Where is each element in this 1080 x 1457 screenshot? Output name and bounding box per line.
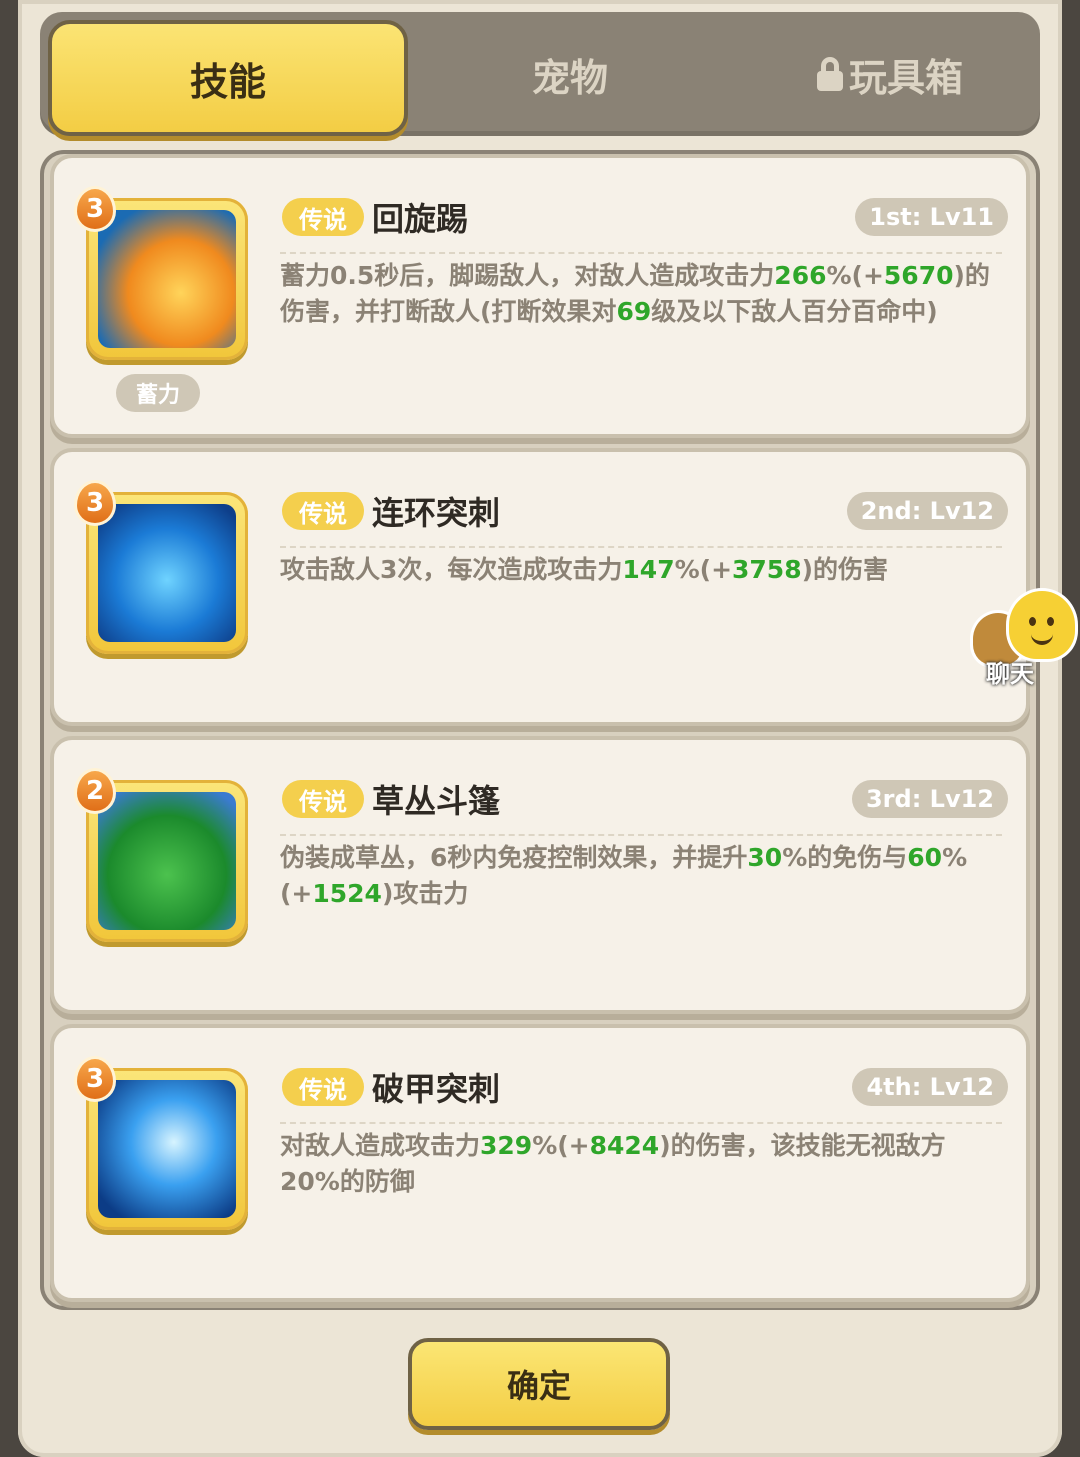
chat-button[interactable]: 聊天	[970, 588, 1078, 688]
desc-value: 3758	[732, 555, 802, 584]
skill-name: 回旋踢	[372, 200, 469, 238]
skill-description: 蓄力0.5秒后，脚踢敌人，对敌人造成攻击力266%(+5670)的伤害，并打断敌…	[280, 258, 996, 330]
tab-bar: 技能 宠物 玩具箱	[40, 12, 1040, 136]
desc-value: 5670	[883, 261, 954, 290]
tab-skills[interactable]: 技能	[48, 20, 408, 136]
mascot-eye	[1029, 617, 1036, 626]
skill-level: 3rd: Lv12	[851, 780, 1008, 818]
skill-description: 伪装成草丛，6秒内免疫控制效果，并提升30%的免伤与60%(+1524)攻击力	[280, 840, 996, 912]
tab-toybox[interactable]: 玩具箱	[740, 12, 1040, 136]
skill-description: 攻击敌人3次，每次造成攻击力147%(+3758)的伤害	[280, 552, 996, 588]
tab-pets[interactable]: 宠物	[420, 12, 720, 136]
confirm-button[interactable]: 确定	[408, 1338, 670, 1430]
skill-level: 1st: Lv11	[855, 198, 1008, 236]
desc-text: 攻击敌人3次，每次造成攻击力	[280, 555, 623, 584]
bush-skill-icon	[98, 792, 236, 930]
desc-text: %(+	[532, 1131, 590, 1160]
rarity-badge: 传说	[282, 1068, 364, 1106]
skill-rank-badge: 3	[74, 1056, 116, 1102]
skill-level: 4th: Lv12	[852, 1068, 1008, 1106]
skill-level: 2nd: Lv12	[846, 492, 1008, 530]
skill-list: 3 蓄力 传说 回旋踢 1st: Lv11 蓄力0.5秒后，脚踢敌人，对敌人造成…	[40, 150, 1040, 1310]
skill-icon-frame[interactable]: 3	[74, 480, 248, 654]
skill-rank-badge: 2	[74, 768, 116, 814]
skill-description: 对敌人造成攻击力329%(+8424)的伤害，该技能无视敌方20%的防御	[280, 1128, 996, 1200]
desc-text: 级及以下敌人百分百命中)	[651, 297, 938, 326]
rarity-badge: 传说	[282, 492, 364, 530]
chat-label: 聊天	[986, 660, 1034, 688]
desc-text: 蓄力0.5秒后，脚踢敌人，对敌人造成攻击力	[280, 261, 775, 290]
skill-rank-badge: 3	[74, 186, 116, 232]
desc-text: )的伤害	[801, 555, 889, 584]
desc-text: 对敌人造成攻击力	[280, 1131, 481, 1160]
skill-card[interactable]: 3 传说 连环突刺 2nd: Lv12 攻击敌人3次，每次造成攻击力147%(+…	[50, 448, 1030, 726]
kick-skill-icon	[98, 210, 236, 348]
skill-icon-frame[interactable]: 3	[74, 186, 248, 360]
desc-value: 8424	[589, 1131, 660, 1160]
rarity-badge: 传说	[282, 780, 364, 818]
tab-toybox-label: 玩具箱	[848, 55, 963, 100]
desc-value: 266	[774, 261, 827, 290]
skill-icon-frame[interactable]: 3	[74, 1056, 248, 1230]
desc-text: %(+	[826, 261, 884, 290]
desc-value: 69	[616, 297, 652, 326]
skill-name: 草丛斗篷	[372, 782, 501, 820]
skill-name: 连环突刺	[372, 494, 501, 532]
desc-value: 30	[747, 843, 783, 872]
mascot-smile	[1031, 631, 1053, 645]
skill-card[interactable]: 2 传说 草丛斗篷 3rd: Lv12 伪装成草丛，6秒内免疫控制效果，并提升3…	[50, 736, 1030, 1014]
divider	[280, 252, 1002, 254]
divider	[280, 1122, 1002, 1124]
desc-value: 147	[622, 555, 675, 584]
confirm-label: 确定	[506, 1367, 571, 1405]
desc-text: )攻击力	[381, 879, 469, 908]
desc-value: 329	[480, 1131, 533, 1160]
desc-value: 60	[907, 843, 943, 872]
desc-text: 伪装成草丛，6秒内免疫控制效果，并提升	[280, 843, 748, 872]
lightning-skill-icon	[98, 504, 236, 642]
skill-icon-frame[interactable]: 2	[74, 768, 248, 942]
mascot-eye	[1047, 617, 1054, 626]
divider	[280, 834, 1002, 836]
divider	[280, 546, 1002, 548]
chat-mascot-icon	[1006, 588, 1078, 662]
tab-pets-label: 宠物	[531, 55, 608, 100]
tab-skills-label: 技能	[189, 59, 266, 104]
skill-card[interactable]: 3 传说 破甲突刺 4th: Lv12 对敌人造成攻击力329%(+8424)的…	[50, 1024, 1030, 1302]
rarity-badge: 传说	[282, 198, 364, 236]
pierce-skill-icon	[98, 1080, 236, 1218]
skill-type-tag: 蓄力	[116, 374, 200, 412]
lock-icon	[816, 57, 843, 91]
skill-card[interactable]: 3 蓄力 传说 回旋踢 1st: Lv11 蓄力0.5秒后，脚踢敌人，对敌人造成…	[50, 154, 1030, 438]
desc-text: %的免伤与	[782, 843, 908, 872]
skill-name: 破甲突刺	[372, 1070, 501, 1108]
skill-rank-badge: 3	[74, 480, 116, 526]
desc-value: 1524	[312, 879, 382, 908]
desc-text: %(+	[674, 555, 733, 584]
